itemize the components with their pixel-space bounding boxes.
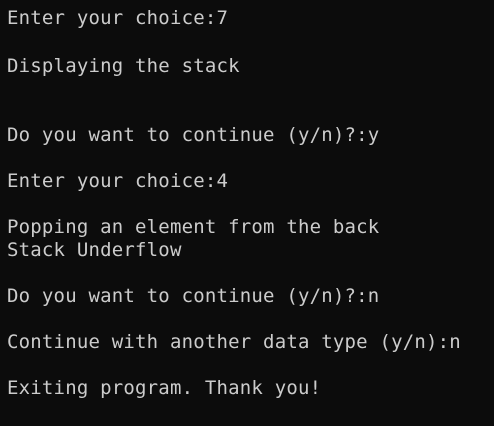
console-output[interactable]: Enter your choice:7 Displaying the stack… [0, 0, 494, 426]
prompt-continue: Do you want to continue (y/n)?:n [7, 285, 380, 307]
prompt-enter-choice: Enter your choice:4 [7, 170, 229, 192]
prompt-enter-choice: Enter your choice:7 [7, 7, 229, 29]
prompt-another-data-type: Continue with another data type (y/n):n [7, 331, 461, 353]
status-popping-element: Popping an element from the back [7, 216, 380, 238]
status-stack-underflow: Stack Underflow [7, 239, 182, 261]
status-exiting-program: Exiting program. Thank you! [7, 377, 322, 399]
status-displaying-stack: Displaying the stack [7, 55, 240, 77]
prompt-continue: Do you want to continue (y/n)?:y [7, 124, 380, 146]
